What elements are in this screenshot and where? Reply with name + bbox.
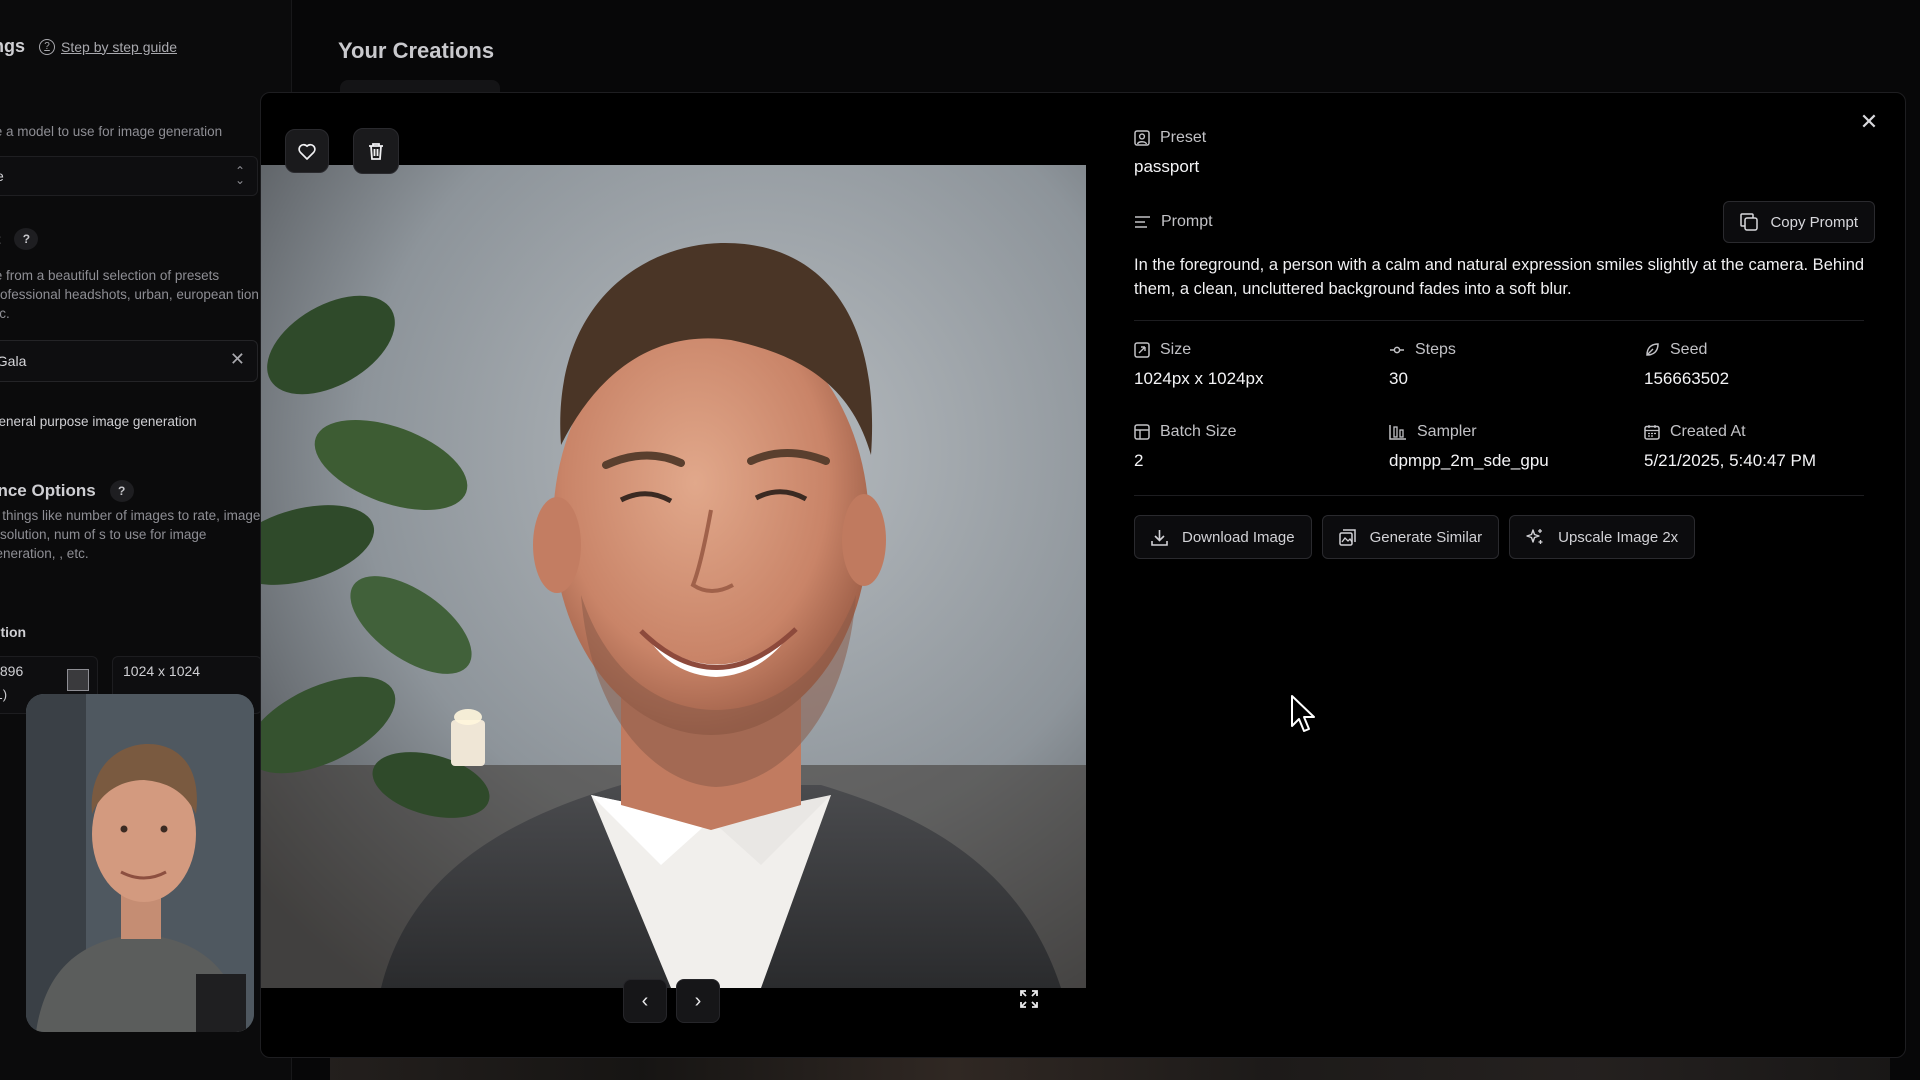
sparkles-icon <box>1526 529 1543 544</box>
model-description: se a model to use for image generation <box>0 124 223 139</box>
divider <box>1134 495 1864 496</box>
image-details-panel: Preset passport Prompt Copy Prompt In th… <box>1134 93 1875 1057</box>
resolution-option-label: 1024 x 1024 <box>123 663 201 679</box>
size-field: Size 1024px x 1024px <box>1134 341 1389 389</box>
advanced-heading: ance Options ? <box>0 480 134 502</box>
sampler-label: Sampler <box>1417 423 1477 440</box>
generate-similar-button[interactable]: Generate Similar <box>1321 515 1500 559</box>
copy-prompt-button[interactable]: Copy Prompt <box>1723 201 1875 243</box>
seed-icon <box>1646 343 1659 356</box>
size-label: Size <box>1160 341 1192 358</box>
created-at-value: 5/21/2025, 5:40:47 PM <box>1644 451 1817 470</box>
preset-help-icon[interactable]: ? <box>14 228 39 250</box>
created-at-label: Created At <box>1670 423 1746 440</box>
expand-icon <box>1020 990 1038 1008</box>
step-guide-label: Step by step guide <box>61 38 177 55</box>
seed-value: 156663502 <box>1644 369 1730 388</box>
delete-button[interactable] <box>353 128 399 174</box>
preset-label: Preset <box>1160 129 1207 146</box>
created-at-field: Created At 5/21/2025, 5:40:47 PM <box>1644 423 1864 471</box>
steps-icon <box>1390 346 1404 354</box>
copy-icon <box>1740 213 1759 231</box>
portrait-illustration <box>261 165 1086 988</box>
calendar-icon <box>1644 425 1660 440</box>
preset-field: Preset passport <box>1134 129 1206 177</box>
preset-subtext: General purpose image generation <box>0 414 197 429</box>
step-guide-link[interactable]: ? Step by step guide <box>39 38 177 55</box>
fullscreen-button[interactable] <box>1009 979 1049 1019</box>
webcam-illustration <box>26 694 254 1032</box>
download-image-button[interactable]: Download Image <box>1134 515 1312 559</box>
preset-select[interactable]: t Gala ✕ <box>0 340 258 382</box>
preset-select-value: t Gala <box>0 353 27 369</box>
size-field-label: Size <box>1134 341 1389 359</box>
image-copy-icon <box>1338 528 1356 546</box>
trash-icon <box>369 143 383 160</box>
model-select-value: ve <box>0 168 4 184</box>
upscale-image-button[interactable]: Upscale Image 2x <box>1509 515 1696 559</box>
sidebar-title: ings <box>0 36 26 56</box>
mouse-cursor-icon <box>1291 695 1315 732</box>
portrait-icon <box>1134 130 1150 146</box>
preset-field-label: Preset <box>1134 129 1206 147</box>
next-image-button[interactable]: › <box>676 979 720 1023</box>
clear-preset-icon[interactable]: ✕ <box>230 349 245 370</box>
generate-similar-label: Generate Similar <box>1369 528 1483 546</box>
divider <box>1134 320 1864 321</box>
batch-size-field-label: Batch Size <box>1134 423 1389 441</box>
preset-description: se from a beautiful selection of presets… <box>0 268 263 321</box>
image-metadata-grid: Size 1024px x 1024px Steps 30 Seed 15666… <box>1134 341 1864 471</box>
chevron-left-icon: ‹ <box>641 989 649 1012</box>
steps-value: 30 <box>1389 369 1408 388</box>
created-at-field-label: Created At <box>1644 423 1864 441</box>
sampler-value: dpmpp_2m_sde_gpu <box>1389 451 1549 470</box>
steps-field-label: Steps <box>1389 341 1644 359</box>
steps-label: Steps <box>1415 341 1456 358</box>
batch-icon <box>1134 424 1150 440</box>
size-icon <box>1134 342 1150 358</box>
help-circle-icon: ? <box>39 38 56 55</box>
chevron-right-icon: › <box>694 989 702 1012</box>
seed-field: Seed 156663502 <box>1644 341 1864 389</box>
sampler-field-label: Sampler <box>1389 423 1644 441</box>
seed-field-label: Seed <box>1644 341 1864 359</box>
upscale-image-label: Upscale Image 2x <box>1558 528 1679 546</box>
chevron-updown-icon: ⌃ ⌄ <box>234 164 245 187</box>
batch-size-field: Batch Size 2 <box>1134 423 1389 471</box>
gallery-thumbnail-strip <box>330 1058 1890 1080</box>
sidebar-header: ings ? Step by step guide <box>0 36 177 57</box>
model-select[interactable]: ve ⌃⌄ <box>0 156 258 196</box>
sampler-icon <box>1389 425 1406 440</box>
advanced-label: ance Options <box>0 481 96 500</box>
batch-size-label: Batch Size <box>1160 423 1237 440</box>
resolution-label: lution <box>0 624 27 640</box>
webcam-overlay <box>26 694 254 1032</box>
advanced-description: st things like number of images to rate,… <box>0 508 261 561</box>
generated-image <box>261 165 1086 988</box>
seed-label: Seed <box>1670 341 1708 358</box>
advanced-help-icon[interactable]: ? <box>109 480 134 502</box>
image-detail-modal: ✕ ‹ › Preset passport Prompt Copy Prompt… <box>260 92 1906 1058</box>
prompt-text: In the foreground, a person with a calm … <box>1134 256 1865 298</box>
image-actions: Download Image Generate Similar Upscale … <box>1134 515 1696 559</box>
download-icon <box>1151 529 1168 546</box>
aspect-square-icon <box>67 669 89 691</box>
size-value: 1024px x 1024px <box>1134 369 1264 388</box>
steps-field: Steps 30 <box>1389 341 1644 389</box>
preset-value: passport <box>1134 157 1200 176</box>
sampler-field: Sampler dpmpp_2m_sde_gpu <box>1389 423 1644 471</box>
batch-size-value: 2 <box>1134 451 1144 470</box>
text-align-icon <box>1135 216 1150 228</box>
heart-icon <box>298 143 316 160</box>
copy-prompt-label: Copy Prompt <box>1770 213 1858 231</box>
preset-heading: et ? <box>0 228 39 250</box>
download-image-label: Download Image <box>1182 528 1295 546</box>
previous-image-button[interactable]: ‹ <box>623 979 667 1023</box>
prompt-field-label: Prompt <box>1134 213 1213 231</box>
page-title: Your Creations <box>338 38 495 63</box>
prompt-label: Prompt <box>1161 213 1213 230</box>
favorite-button[interactable] <box>285 129 329 173</box>
